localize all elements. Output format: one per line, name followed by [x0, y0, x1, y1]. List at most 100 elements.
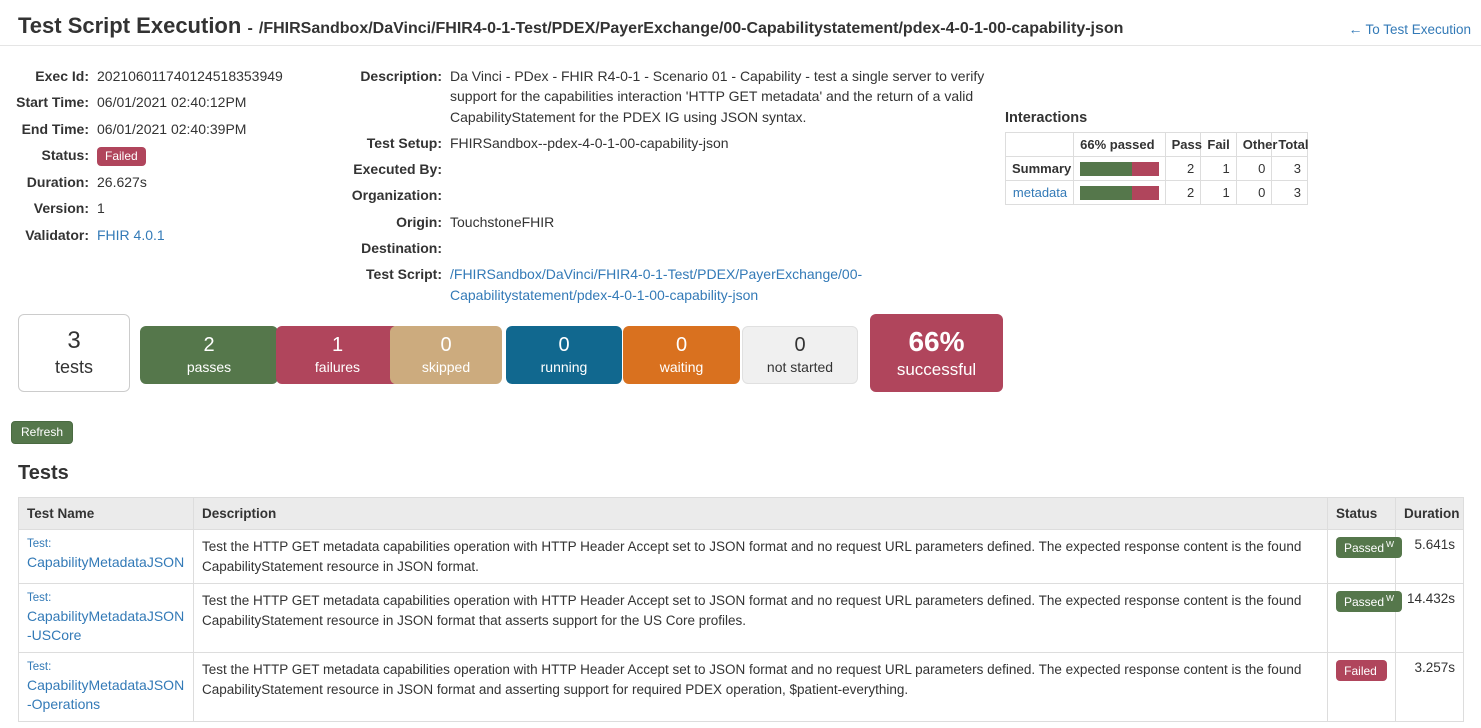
- stat-box-successful[interactable]: 66% successful: [870, 314, 1003, 392]
- stat-box-waiting[interactable]: 0 waiting: [623, 326, 740, 384]
- tests-table: Test Name Description Status Duration Te…: [18, 497, 1464, 723]
- interactions-row-name-cell: metadata: [1004, 180, 1075, 205]
- test-name-link[interactable]: CapabilityMetadataJSON-USCore: [27, 608, 184, 643]
- detail-row-organization: Organization:: [345, 185, 985, 205]
- test-duration: 5.641s: [1395, 528, 1464, 585]
- exec-id-label: Exec Id:: [35, 68, 89, 84]
- stat-value: 1: [331, 334, 344, 357]
- table-row: Test: CapabilityMetadataJSON-Operations …: [18, 652, 1464, 723]
- test-name-cell: Test: CapabilityMetadataJSON-Operations: [18, 652, 194, 723]
- start-time-value: 06/01/2021 02:40:12PM: [97, 94, 247, 111]
- test-name-link[interactable]: CapabilityMetadataJSON-Operations: [27, 677, 184, 712]
- detail-row-executed-by: Executed By:: [345, 159, 985, 179]
- interactions-col-fail: Fail: [1200, 132, 1237, 157]
- status-badge-sup: W: [1386, 539, 1395, 549]
- stat-label: skipped: [421, 359, 471, 376]
- stat-box-not-started[interactable]: 0 not started: [742, 326, 858, 384]
- test-setup-value: FHIRSandbox--pdex-4-0-1-00-capability-js…: [450, 134, 729, 151]
- execution-summary-list: Exec Id: 202106011740124518353949 Start …: [0, 66, 345, 251]
- interactions-header-row: 66% passed Pass Fail Other Total: [1004, 132, 1308, 157]
- interactions-col-other: Other: [1235, 132, 1277, 157]
- stat-value: 0: [558, 334, 570, 357]
- stat-value: 66%: [908, 326, 965, 358]
- pass-bar-segment: [1080, 161, 1132, 176]
- detail-row-end-time: End Time: 06/01/2021 02:40:39PM: [0, 119, 345, 139]
- organization-value: [450, 185, 985, 205]
- description-label: Description:: [360, 68, 442, 84]
- test-name-link[interactable]: CapabilityMetadataJSON: [27, 554, 184, 570]
- interactions-row-summary: Summary 2 1 0 3: [1004, 156, 1308, 181]
- stat-label: passes: [186, 359, 232, 376]
- end-time-label: End Time:: [21, 120, 89, 137]
- pass-fail-bar: [1080, 185, 1159, 200]
- status-badge: Passed W: [1336, 537, 1403, 559]
- detail-row-version: Version: 1: [0, 198, 345, 218]
- stat-box-tests[interactable]: 3 tests: [18, 314, 130, 392]
- interactions-other-count: 0: [1235, 180, 1273, 205]
- start-time-label: Start Time:: [16, 94, 89, 111]
- interactions-progress-cell: [1073, 180, 1166, 205]
- interactions-metadata-link[interactable]: metadata: [1013, 185, 1067, 200]
- stat-box-failures[interactable]: 1 failures: [276, 326, 399, 384]
- tests-table-wrapper: Test Name Description Status Duration Te…: [18, 497, 1464, 723]
- organization-label: Organization:: [351, 187, 442, 204]
- test-name-cell: Test: CapabilityMetadataJSON: [18, 528, 194, 585]
- page-header: Test Script Execution - /FHIRSandbox/DaV…: [0, 0, 1481, 46]
- stat-label: successful: [896, 360, 977, 380]
- executed-by-label: Executed By:: [353, 161, 442, 178]
- test-prefix-label: Test:: [27, 592, 52, 605]
- test-script-execution-page: Test Script Execution - /FHIRSandbox/DaV…: [0, 0, 1481, 728]
- page-title-path: /FHIRSandbox/DaVinci/FHIR4-0-1-Test/PDEX…: [258, 20, 1124, 37]
- test-status-cell: Failed: [1327, 652, 1396, 723]
- origin-label: Origin:: [396, 213, 442, 230]
- interactions-other-count: 0: [1235, 156, 1273, 181]
- stat-label: tests: [54, 357, 93, 378]
- interactions-title: Interactions: [1005, 110, 1088, 126]
- status-badge-text: Passed: [1344, 541, 1385, 555]
- test-duration: 14.432s: [1395, 583, 1464, 654]
- pass-bar-segment: [1080, 185, 1132, 200]
- interactions-row-name: Summary: [1004, 156, 1075, 181]
- stat-box-running[interactable]: 0 running: [506, 326, 622, 384]
- test-description: Test the HTTP GET metadata capabilities …: [193, 528, 1328, 585]
- detail-row-origin: Origin: TouchstoneFHIR: [345, 212, 985, 232]
- status-badge-sup: W: [1386, 593, 1395, 604]
- test-duration: 3.257s: [1395, 652, 1464, 723]
- description-value: Da Vinci - PDex - FHIR R4-0-1 - Scenario…: [450, 68, 985, 125]
- detail-row-validator: Validator: FHIR 4.0.1: [0, 225, 345, 245]
- stat-label: waiting: [659, 359, 704, 376]
- test-status-cell: Passed W: [1327, 583, 1403, 654]
- status-badge-text: Failed: [1344, 664, 1377, 679]
- status-label: Status:: [41, 146, 89, 163]
- interactions-fail-count: 1: [1200, 180, 1237, 205]
- stat-box-skipped[interactable]: 0 skipped: [390, 326, 502, 384]
- destination-label: Destination:: [361, 240, 442, 257]
- back-to-test-execution-link[interactable]: ← To Test Execution: [1348, 21, 1471, 37]
- detail-row-start-time: Start Time: 06/01/2021 02:40:12PM: [0, 92, 345, 112]
- status-badge: Failed: [1336, 660, 1387, 682]
- arrow-left-icon: ←: [1348, 21, 1363, 37]
- stat-label: not started: [766, 359, 834, 376]
- interactions-total-count: 3: [1271, 180, 1308, 205]
- fail-bar-segment: [1131, 161, 1159, 176]
- detail-row-status: Status: Failed: [0, 145, 345, 167]
- refresh-button[interactable]: Refresh: [11, 421, 74, 444]
- interactions-total-count: 3: [1271, 156, 1308, 181]
- stat-label: running: [540, 359, 588, 376]
- test-script-link[interactable]: /FHIRSandbox/DaVinci/FHIR4-0-1-Test/PDEX…: [450, 266, 862, 302]
- stat-value: 3: [67, 327, 81, 355]
- version-label: Version:: [33, 200, 89, 217]
- validator-label: Validator:: [25, 226, 89, 243]
- status-badge: Passed W: [1336, 591, 1403, 613]
- table-row: Test: CapabilityMetadataJSON Test the HT…: [18, 528, 1464, 585]
- test-status-cell: Passed W: [1327, 528, 1403, 585]
- interactions-fail-count: 1: [1200, 156, 1237, 181]
- execution-meta-list: Description: Da Vinci - PDex - FHIR R4-0…: [345, 66, 985, 311]
- page-title-main: Test Script Execution: [18, 13, 242, 38]
- interactions-col-blank: [1004, 132, 1075, 157]
- validator-link[interactable]: FHIR 4.0.1: [97, 227, 165, 243]
- tests-col-description: Description: [193, 497, 1328, 530]
- interactions-row-metadata: metadata 2 1 0 3: [1004, 180, 1308, 205]
- page-title-separator: -: [247, 20, 253, 37]
- stat-box-passes[interactable]: 2 passes: [140, 326, 278, 384]
